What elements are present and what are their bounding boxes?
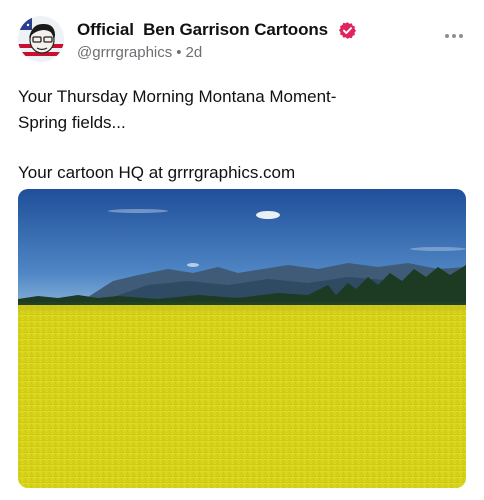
more-horizontal-icon: [445, 34, 463, 38]
cartoon-avatar-icon: [18, 16, 64, 62]
verified-badge-icon: [338, 22, 357, 39]
post-timestamp[interactable]: 2d: [186, 44, 203, 61]
post-text-line: Your Thursday Morning Montana Moment-: [18, 87, 337, 106]
post-image[interactable]: [18, 189, 466, 488]
author-meta: @grrrgraphics • 2d: [77, 44, 202, 61]
post-text: Your Thursday Morning Montana Moment- Sp…: [18, 84, 458, 186]
avatar[interactable]: [18, 16, 64, 62]
post-text-line: Your cartoon HQ at grrrgraphics.com: [18, 163, 296, 182]
landscape-photo-icon: [18, 189, 466, 488]
post-text-line: Spring fields...: [18, 113, 126, 132]
author-display-name[interactable]: Official Ben Garrison Cartoons: [77, 20, 328, 40]
meta-separator: •: [176, 44, 182, 61]
post-card: Official Ben Garrison Cartoons @grrrgrap…: [0, 0, 484, 500]
author-handle[interactable]: @grrrgraphics: [77, 44, 172, 61]
more-options-button[interactable]: [440, 26, 468, 46]
